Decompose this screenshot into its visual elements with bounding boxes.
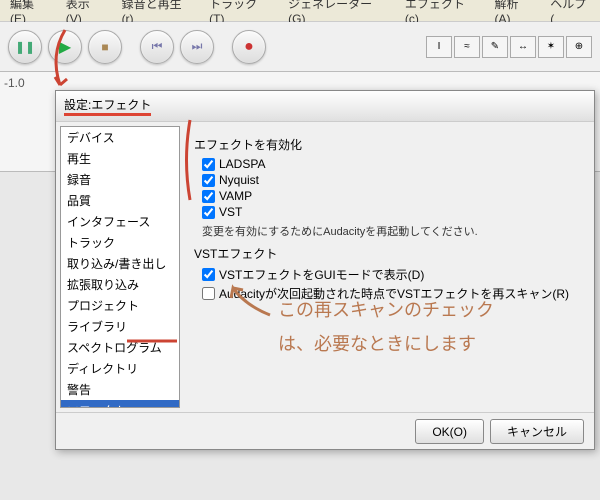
checkbox-vst-rescan[interactable] (202, 287, 215, 300)
sidebar-item-1[interactable]: 再生 (61, 148, 179, 169)
pause-button[interactable]: ❚❚ (8, 30, 42, 64)
dialog-buttons: OK(O) キャンセル (56, 412, 594, 450)
record-button[interactable]: ● (232, 30, 266, 64)
checkbox-nyquist[interactable] (202, 174, 215, 187)
ruler-label: -1.0 (4, 76, 596, 90)
pause-icon: ❚❚ (15, 40, 35, 54)
sidebar-item-4[interactable]: インタフェース (61, 211, 179, 232)
sidebar-item-11[interactable]: ディレクトリ (61, 358, 179, 379)
sidebar-item-10[interactable]: スペクトログラム (61, 337, 179, 358)
envelope-tool[interactable]: ≈ (454, 36, 480, 58)
sidebar-item-7[interactable]: 拡張取り込み (61, 274, 179, 295)
dialog-title: 設定:エフェクト (56, 91, 594, 122)
edit-tools: I ≈ ✎ ↔ ✶ ⊕ (426, 36, 592, 58)
checkbox-vst-gui[interactable] (202, 268, 215, 281)
sidebar-item-6[interactable]: 取り込み/書き出し (61, 253, 179, 274)
toolbar: ❚❚ ▶ ■ ⏮ ⏭ ● I ≈ ✎ ↔ ✶ ⊕ (0, 22, 600, 72)
sidebar-item-0[interactable]: デバイス (61, 127, 179, 148)
sidebar-item-8[interactable]: プロジェクト (61, 295, 179, 316)
label-nyquist: Nyquist (219, 173, 259, 187)
checkbox-vamp[interactable] (202, 190, 215, 203)
label-vst-gui: VSTエフェクトをGUIモードで表示(D) (219, 266, 424, 283)
sidebar-item-12[interactable]: 警告 (61, 379, 179, 400)
skip-end-button[interactable]: ⏭ (180, 30, 214, 64)
pref-sidebar[interactable]: デバイス再生録音品質インタフェーストラック取り込み/書き出し拡張取り込みプロジェ… (60, 126, 180, 408)
restart-note: 変更を有効にするためにAudacityを再起動してください. (202, 223, 584, 239)
checkbox-ladspa[interactable] (202, 158, 215, 171)
draw-tool[interactable]: ✎ (482, 36, 508, 58)
skip-start-icon: ⏮ (152, 39, 163, 54)
record-icon: ● (244, 38, 254, 56)
checkbox-vst[interactable] (202, 206, 215, 219)
sidebar-item-2[interactable]: 録音 (61, 169, 179, 190)
sidebar-item-3[interactable]: 品質 (61, 190, 179, 211)
sidebar-item-5[interactable]: トラック (61, 232, 179, 253)
skip-end-icon: ⏭ (192, 39, 203, 54)
label-vst: VST (219, 205, 242, 219)
preferences-dialog: 設定:エフェクト デバイス再生録音品質インタフェーストラック取り込み/書き出し拡… (55, 90, 595, 450)
multi-tool[interactable]: ⊕ (566, 36, 592, 58)
section-vst-effects: VSTエフェクト (194, 245, 584, 262)
selection-tool[interactable]: I (426, 36, 452, 58)
play-button[interactable]: ▶ (48, 30, 82, 64)
label-ladspa: LADSPA (219, 157, 265, 171)
stop-icon: ■ (101, 40, 108, 54)
ok-button[interactable]: OK(O) (415, 419, 484, 444)
zoom-tool[interactable]: ↔ (510, 36, 536, 58)
label-vamp: VAMP (219, 189, 252, 203)
sidebar-item-13[interactable]: エフェクト (61, 400, 179, 408)
menubar: 編集(E) 表示(V) 録音と再生(r) トラック(T) ジェネレーター(G) … (0, 0, 600, 22)
skip-start-button[interactable]: ⏮ (140, 30, 174, 64)
section-enable-effects: エフェクトを有効化 (194, 136, 584, 153)
cancel-button[interactable]: キャンセル (490, 419, 584, 444)
sidebar-item-9[interactable]: ライブラリ (61, 316, 179, 337)
play-icon: ▶ (59, 37, 71, 57)
label-vst-rescan: Audacityが次回起動された時点でVSTエフェクトを再スキャン(R) (219, 285, 569, 302)
timeshift-tool[interactable]: ✶ (538, 36, 564, 58)
pref-content: エフェクトを有効化 LADSPA Nyquist VAMP VST 変更を有効に… (184, 122, 594, 412)
stop-button[interactable]: ■ (88, 30, 122, 64)
